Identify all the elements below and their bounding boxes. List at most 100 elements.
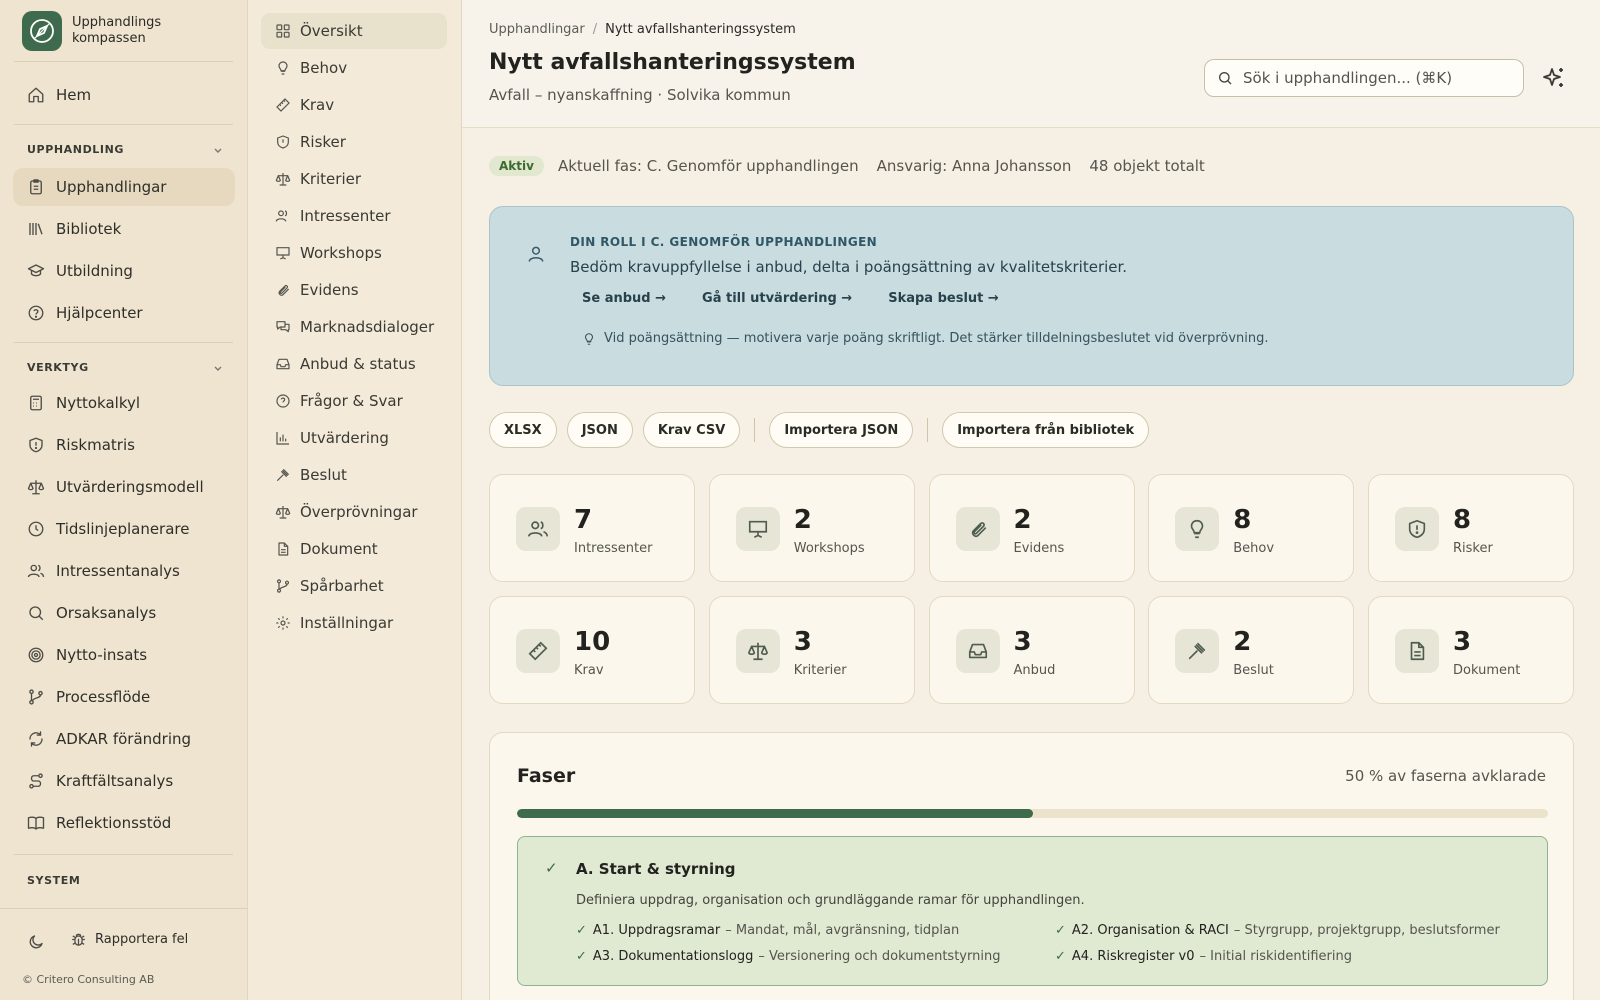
sidebar-item-process-flow[interactable]: Processflöde bbox=[13, 678, 235, 716]
help-circle-icon bbox=[276, 394, 290, 408]
search-box[interactable] bbox=[1204, 59, 1524, 97]
subnav-item-criteria[interactable]: Kriterier bbox=[261, 161, 447, 197]
procurement-subnav: Översikt Behov Krav Risker Kriterier Int… bbox=[248, 0, 462, 1000]
subnav-label: Översikt bbox=[300, 22, 363, 40]
home-icon bbox=[28, 87, 44, 103]
subnav-item-stakeholders[interactable]: Intressenter bbox=[261, 198, 447, 234]
subnav-item-documents[interactable]: Dokument bbox=[261, 531, 447, 567]
subnav-item-evaluation[interactable]: Utvärdering bbox=[261, 420, 447, 456]
phase-step-a1[interactable]: ✓ A1. Uppdragsramar – Mandat, mål, avgrä… bbox=[576, 923, 959, 938]
breadcrumb-root-link[interactable]: Upphandlingar bbox=[489, 22, 585, 37]
sidebar-item-adkar[interactable]: ADKAR förändring bbox=[13, 720, 235, 758]
sidebar-item-home[interactable]: Hem bbox=[13, 76, 235, 114]
refresh-icon bbox=[29, 731, 43, 747]
moon-icon[interactable] bbox=[27, 933, 45, 951]
subnav-label: Behov bbox=[300, 59, 348, 77]
sidebar-item-education[interactable]: Utbildning bbox=[13, 252, 235, 290]
subnav-item-overview[interactable]: Översikt bbox=[261, 13, 447, 49]
stat-card-criteria[interactable]: 3 Kriterier bbox=[708, 596, 915, 704]
subnav-label: Beslut bbox=[300, 466, 347, 484]
subnav-item-traceability[interactable]: Spårbarhet bbox=[261, 568, 447, 604]
subnav-item-requirements[interactable]: Krav bbox=[261, 87, 447, 123]
breadcrumb-current: Nytt avfallshanteringssystem bbox=[605, 22, 796, 37]
clipboard-icon bbox=[30, 179, 42, 195]
subnav-item-settings[interactable]: Inställningar bbox=[261, 605, 447, 641]
stat-card-risks[interactable]: 8 Risker bbox=[1368, 474, 1574, 582]
subnav-item-risks[interactable]: Risker bbox=[261, 124, 447, 160]
sidebar-item-root-cause[interactable]: Orsaksanalys bbox=[13, 594, 235, 632]
section-tools[interactable]: VERKTYG bbox=[27, 361, 223, 374]
sidebar-item-help[interactable]: Hjälpcenter bbox=[13, 294, 235, 332]
create-decision-link[interactable]: Skapa beslut → bbox=[888, 291, 999, 306]
stat-card-needs[interactable]: 8 Behov bbox=[1148, 474, 1355, 582]
sidebar-item-label: Upphandlingar bbox=[56, 178, 167, 196]
users-icon bbox=[528, 521, 548, 537]
stat-value: 8 bbox=[1233, 505, 1252, 535]
subnav-item-evidence[interactable]: Evidens bbox=[261, 272, 447, 308]
subnav-item-appeals[interactable]: Överprövningar bbox=[261, 494, 447, 530]
shield-alert-icon bbox=[1408, 519, 1426, 539]
step-code: A4. Riskregister v0 bbox=[1071, 949, 1195, 964]
sidebar-item-evaluation-model[interactable]: Utvärderingsmodell bbox=[13, 468, 235, 506]
sidebar-item-label: Hem bbox=[56, 86, 92, 104]
search-input[interactable] bbox=[1243, 69, 1513, 87]
stat-card-documents[interactable]: 3 Dokument bbox=[1368, 596, 1574, 704]
breadcrumb-separator: / bbox=[592, 22, 598, 37]
import-json-button[interactable]: Importera JSON bbox=[769, 412, 914, 448]
export-json-button[interactable]: JSON bbox=[566, 412, 633, 448]
stat-card-requirements[interactable]: 10 Krav bbox=[489, 596, 695, 704]
phase-title: A. Start & styrning bbox=[576, 860, 736, 878]
subnav-item-market-dialogues[interactable]: Marknadsdialoger bbox=[261, 309, 447, 345]
sidebar-item-procurements[interactable]: Upphandlingar bbox=[13, 168, 235, 206]
role-description: Bedöm kravuppfyllelse i anbud, delta i p… bbox=[570, 258, 1128, 276]
import-from-library-button[interactable]: Importera från bibliotek bbox=[942, 412, 1150, 448]
subnav-item-needs[interactable]: Behov bbox=[261, 50, 447, 86]
section-procurement[interactable]: UPPHANDLING bbox=[27, 143, 223, 156]
help-circle-icon bbox=[28, 305, 44, 321]
subnav-item-qa[interactable]: Frågor & Svar bbox=[261, 383, 447, 419]
sidebar-item-timeline[interactable]: Tidslinjeplanerare bbox=[13, 510, 235, 548]
sidebar-item-benefit-calc[interactable]: Nyttokalkyl bbox=[13, 384, 235, 422]
subnav-label: Kriterier bbox=[300, 170, 362, 188]
phase-card-a[interactable]: ✓ A. Start & styrning Definiera uppdrag,… bbox=[517, 836, 1548, 986]
brand[interactable]: Upphandlings kompassen bbox=[22, 11, 182, 51]
stat-card-workshops[interactable]: 2 Workshops bbox=[708, 474, 915, 582]
export-requirements-csv-button[interactable]: Krav CSV bbox=[642, 412, 741, 448]
phase-step-a4[interactable]: ✓ A4. Riskregister v0 – Initial riskiden… bbox=[1055, 949, 1352, 964]
sidebar-item-reflection[interactable]: Reflektionsstöd bbox=[13, 804, 235, 842]
shield-alert-icon bbox=[29, 437, 43, 453]
subnav-label: Workshops bbox=[300, 244, 382, 262]
phase-step-a3[interactable]: ✓ A3. Dokumentationslogg – Versionering … bbox=[576, 949, 1000, 964]
graduation-cap-icon bbox=[27, 264, 45, 277]
stat-card-stakeholders[interactable]: 7 Intressenter bbox=[489, 474, 695, 582]
export-xlsx-button[interactable]: XLSX bbox=[489, 412, 557, 448]
go-to-evaluation-link[interactable]: Gå till utvärdering → bbox=[702, 291, 852, 306]
sidebar-item-stakeholder-analysis[interactable]: Intressentanalys bbox=[13, 552, 235, 590]
users-icon bbox=[275, 210, 288, 222]
stat-card-evidence[interactable]: 2 Evidens bbox=[928, 474, 1135, 582]
subnav-label: Marknadsdialoger bbox=[300, 318, 435, 336]
ruler-icon bbox=[276, 98, 290, 112]
sidebar-item-library[interactable]: Bibliotek bbox=[13, 210, 235, 248]
stat-card-decisions[interactable]: 2 Beslut bbox=[1148, 596, 1355, 704]
sidebar-item-benefit-effort[interactable]: Nytto-insats bbox=[13, 636, 235, 674]
stat-label: Kriterier bbox=[793, 663, 847, 678]
sidebar-item-risk-matrix[interactable]: Riskmatris bbox=[13, 426, 235, 464]
stat-card-bids[interactable]: 3 Anbud bbox=[928, 596, 1135, 704]
subnav-item-workshops[interactable]: Workshops bbox=[261, 235, 447, 271]
sparkles-icon[interactable] bbox=[1542, 66, 1566, 90]
step-code: A1. Uppdragsramar bbox=[592, 923, 721, 938]
subnav-item-bids-status[interactable]: Anbud & status bbox=[261, 346, 447, 382]
stat-value: 3 bbox=[793, 627, 812, 657]
check-icon: ✓ bbox=[576, 949, 587, 964]
check-icon: ✓ bbox=[1055, 949, 1066, 964]
see-bids-link[interactable]: Se anbud → bbox=[582, 291, 666, 306]
stat-label: Evidens bbox=[1013, 541, 1065, 556]
sidebar-item-force-field[interactable]: Kraftfältsanalys bbox=[13, 762, 235, 800]
role-tip: Vid poängsättning — motivera varje poäng… bbox=[582, 331, 1269, 346]
report-bug-button[interactable]: Rapportera fel bbox=[70, 931, 188, 948]
section-system[interactable]: SYSTEM bbox=[27, 874, 223, 887]
scale-icon bbox=[275, 506, 291, 519]
subnav-item-decision[interactable]: Beslut bbox=[261, 457, 447, 493]
phase-step-a2[interactable]: ✓ A2. Organisation & RACI – Styrgrupp, p… bbox=[1055, 923, 1500, 938]
